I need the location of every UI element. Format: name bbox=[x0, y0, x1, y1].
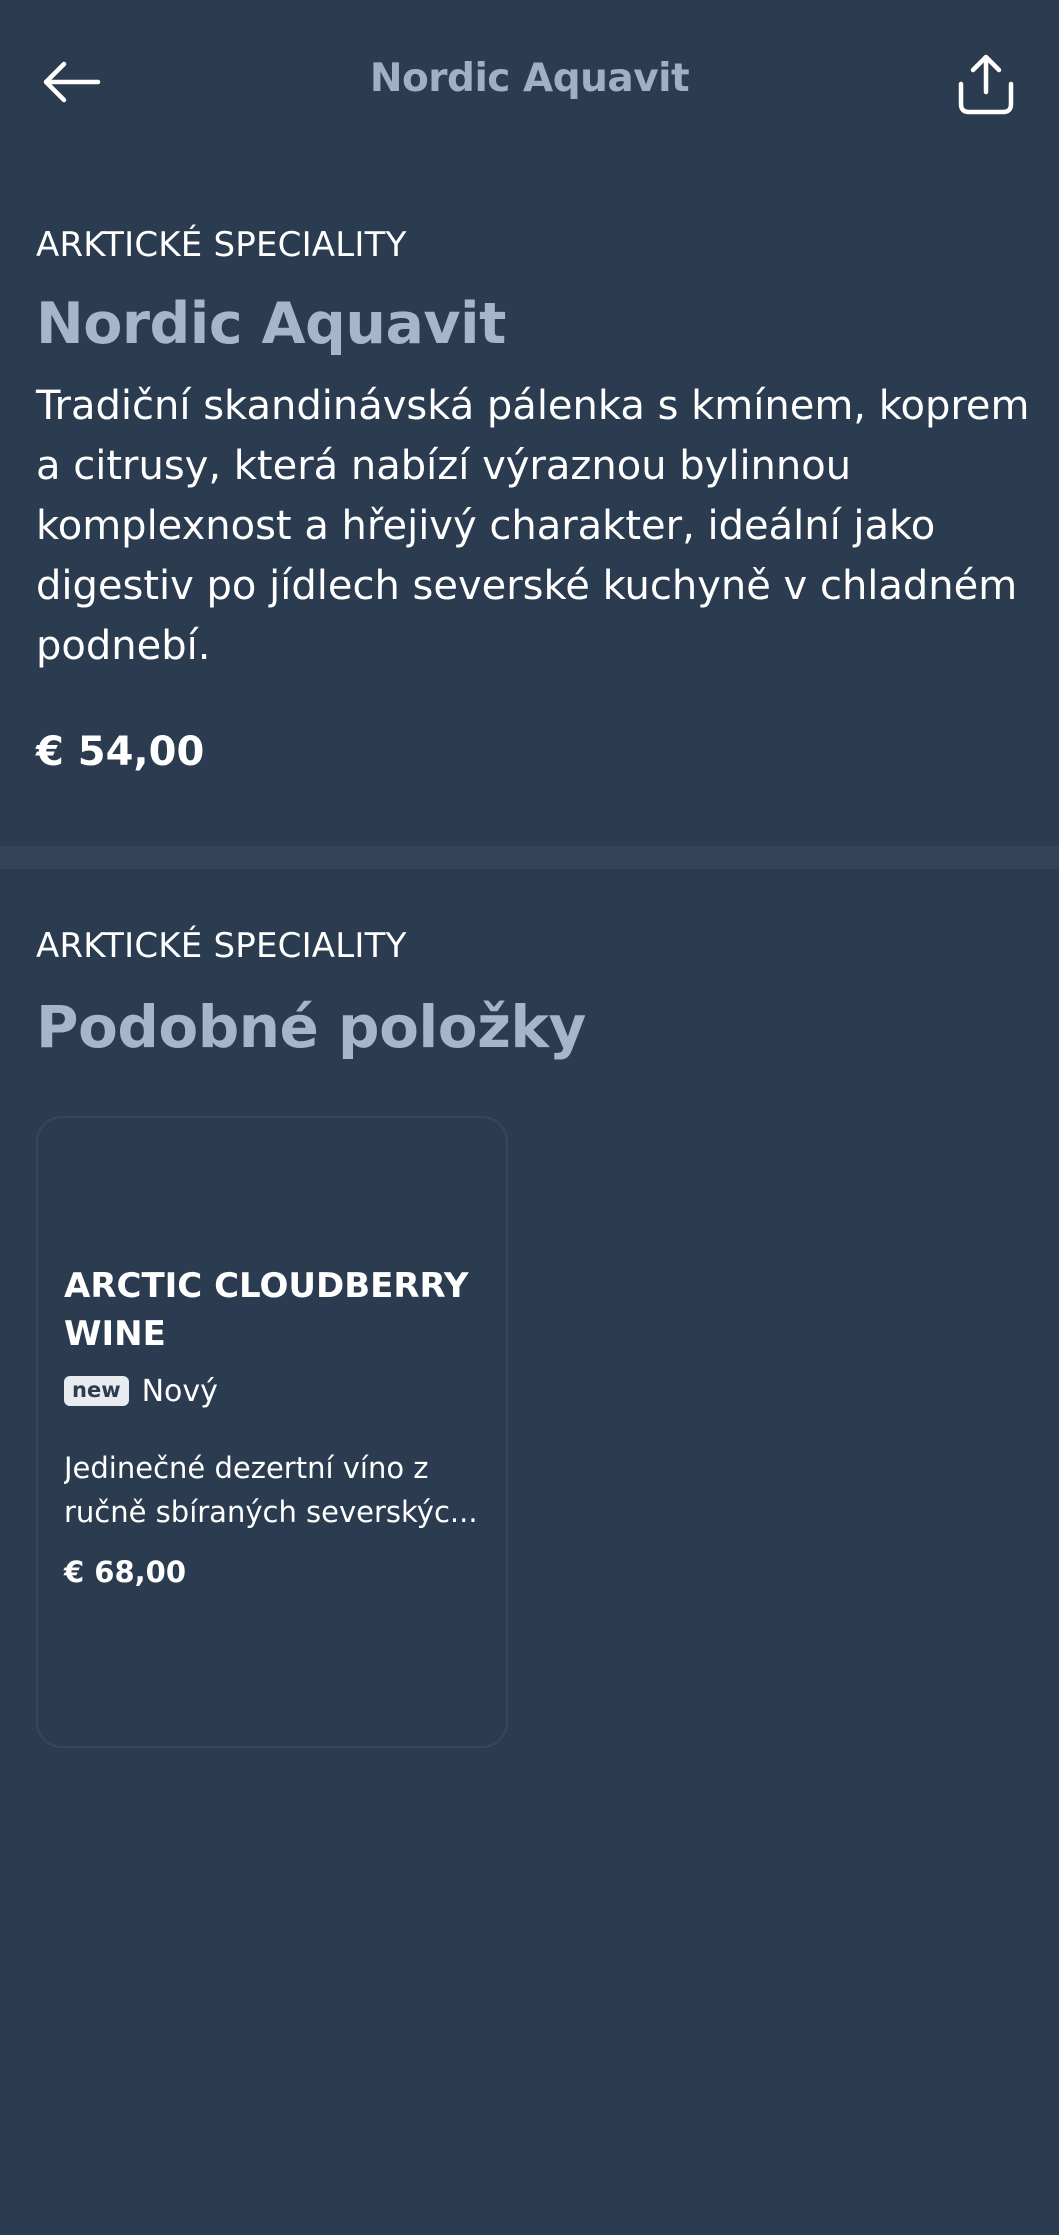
product-description: Tradiční skandinávská pálenka s kmínem, … bbox=[36, 383, 1030, 669]
card-content: ARCTIC CLOUDBERRY WINE new Nový Jedinečn… bbox=[64, 1262, 484, 1592]
share-button[interactable] bbox=[950, 50, 1022, 122]
similar-item-card[interactable]: ARCTIC CLOUDBERRY WINE new Nový Jedinečn… bbox=[36, 1116, 508, 1748]
card-description-line: Jedinečné dezertní víno z bbox=[64, 1451, 429, 1485]
product-name: Nordic Aquavit bbox=[36, 291, 506, 357]
card-title: ARCTIC CLOUDBERRY WINE bbox=[64, 1266, 469, 1354]
card-description: Jedinečné dezertní víno z ručně sbíranýc… bbox=[64, 1446, 484, 1534]
similar-category: ARKTICKÉ SPECIALITY bbox=[36, 926, 407, 966]
card-description-line: ručně sbíraných severskýc... bbox=[64, 1495, 478, 1529]
top-bar: Nordic Aquavit bbox=[0, 0, 1059, 168]
page-title: Nordic Aquavit bbox=[369, 56, 690, 101]
share-upload-icon bbox=[955, 52, 1017, 121]
similar-items-section: ARKTICKÉ SPECIALITY Podobné položky bbox=[36, 923, 1026, 1065]
product-price: € 54,00 bbox=[36, 729, 205, 775]
product-category: ARKTICKÉ SPECIALITY bbox=[36, 225, 407, 265]
card-price: € 68,00 bbox=[64, 1555, 187, 1589]
section-divider bbox=[0, 846, 1059, 869]
new-badge-label: Nový bbox=[141, 1373, 218, 1409]
similar-items-title: Podobné položky bbox=[36, 993, 586, 1061]
new-badge: new bbox=[64, 1376, 129, 1406]
product-detail: ARKTICKÉ SPECIALITY Nordic Aquavit Tradi… bbox=[36, 222, 1029, 780]
card-badge-row: new Nový bbox=[64, 1366, 484, 1416]
